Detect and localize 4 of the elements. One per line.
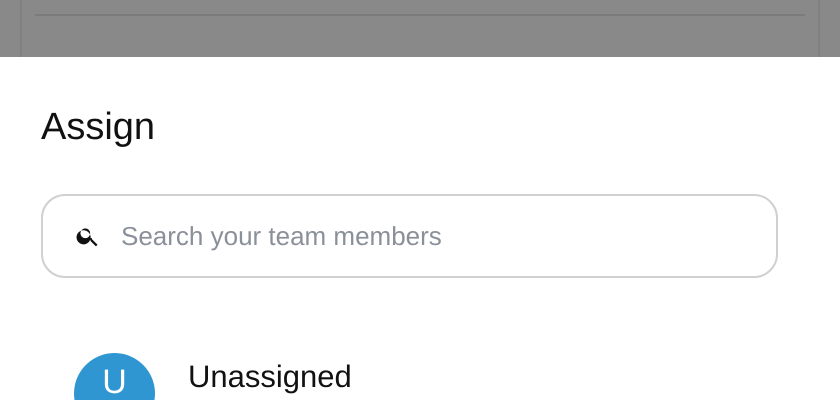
member-name[interactable]: Unassigned <box>188 357 352 397</box>
sheet-title: Assign <box>41 105 156 149</box>
avatar: U <box>74 353 155 400</box>
search-field[interactable]: Search your team members <box>41 194 778 278</box>
